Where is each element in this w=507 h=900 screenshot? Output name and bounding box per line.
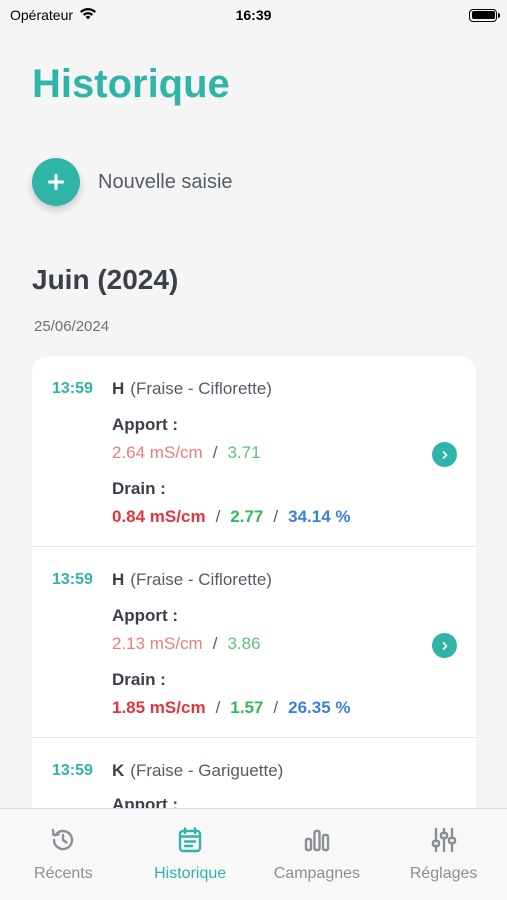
entries-card: 13:59 H (Fraise - Ciflorette) Apport : 2.…	[32, 356, 476, 808]
open-entry-button[interactable]	[432, 442, 457, 467]
drain-values: 1.85 mS/cm / 1.57 / 26.35 %	[112, 698, 351, 718]
entry-code: H	[112, 379, 125, 398]
new-entry-button[interactable]: Nouvelle saisie	[32, 158, 233, 206]
sliders-icon	[430, 825, 458, 855]
apport-ec: 2.64 mS/cm	[112, 443, 203, 462]
tab-label: Historique	[154, 865, 227, 882]
drain-label: Drain :	[112, 670, 166, 689]
new-entry-label[interactable]: Nouvelle saisie	[98, 171, 233, 194]
entry-crop: (Fraise - Ciflorette)	[130, 379, 272, 398]
apport-values: 2.64 mS/cm / 3.71	[112, 443, 261, 463]
separator: /	[273, 507, 279, 526]
add-button[interactable]	[32, 158, 80, 206]
battery-icon	[469, 8, 500, 22]
entry-row[interactable]: 13:59 H (Fraise - Ciflorette) Apport : 2.…	[32, 547, 476, 738]
open-entry-button[interactable]	[432, 633, 457, 658]
clock: 16:39	[235, 7, 272, 23]
tab-reglages[interactable]: Réglages	[380, 809, 507, 900]
separator: /	[215, 507, 221, 526]
drain-ph: 1.57	[230, 698, 264, 717]
drain-ph: 2.77	[230, 507, 264, 526]
drain-ec: 1.85 mS/cm	[112, 698, 206, 717]
page-title: Historique	[32, 62, 230, 106]
drain-percent: 26.35 %	[288, 698, 351, 717]
apport-label: Apport :	[112, 795, 179, 808]
apport-values: 2.13 mS/cm / 3.86	[112, 634, 261, 654]
tab-label: Campagnes	[273, 865, 361, 882]
tab-campagnes[interactable]: Campagnes	[254, 809, 381, 900]
month-heading: Juin (2024)	[32, 264, 179, 295]
plus-icon	[48, 174, 64, 190]
carrier-label: Opérateur	[10, 7, 74, 23]
bar-chart-icon	[303, 825, 331, 855]
entry-time: 13:59	[52, 762, 93, 779]
separator: /	[212, 634, 218, 653]
chevron-right-icon	[442, 450, 447, 459]
tab-label: Récents	[34, 865, 93, 882]
entry-header: H (Fraise - Ciflorette)	[112, 570, 272, 590]
separator: /	[215, 698, 221, 717]
status-left: Opérateur	[10, 7, 97, 23]
tab-historique[interactable]: Historique	[127, 809, 254, 900]
entry-crop: (Fraise - Gariguette)	[130, 761, 284, 780]
entry-header: H (Fraise - Ciflorette)	[112, 379, 272, 399]
entry-time: 13:59	[52, 380, 93, 397]
apport-label: Apport :	[112, 415, 179, 434]
separator: /	[273, 698, 279, 717]
entry-row[interactable]: 13:59 K (Fraise - Gariguette) Apport :	[32, 738, 476, 808]
drain-percent: 34.14 %	[288, 507, 351, 526]
drain-label: Drain :	[112, 479, 166, 498]
history-icon	[49, 825, 77, 855]
tab-recents[interactable]: Récents	[0, 809, 127, 900]
entry-crop: (Fraise - Ciflorette)	[130, 570, 272, 589]
drain-values: 0.84 mS/cm / 2.77 / 34.14 %	[112, 507, 351, 527]
entry-code: H	[112, 570, 125, 589]
date-heading: 25/06/2024	[34, 318, 110, 335]
chevron-right-icon	[442, 641, 447, 650]
entry-row[interactable]: 13:59 H (Fraise - Ciflorette) Apport : 2.…	[32, 356, 476, 547]
tab-bar: Récents Historique Campagnes Réglages	[0, 808, 507, 900]
apport-ph: 3.71	[227, 443, 261, 462]
entry-header: K (Fraise - Gariguette)	[112, 761, 283, 781]
separator: /	[212, 443, 218, 462]
apport-ec: 2.13 mS/cm	[112, 634, 203, 653]
status-bar: Opérateur 16:39	[0, 0, 507, 30]
apport-ph: 3.86	[227, 634, 261, 653]
drain-ec: 0.84 mS/cm	[112, 507, 206, 526]
tab-label: Réglages	[409, 865, 478, 882]
entry-code: K	[112, 761, 125, 780]
calendar-icon	[177, 825, 203, 855]
entry-time: 13:59	[52, 571, 93, 588]
apport-label: Apport :	[112, 606, 179, 625]
wifi-icon	[79, 7, 97, 23]
